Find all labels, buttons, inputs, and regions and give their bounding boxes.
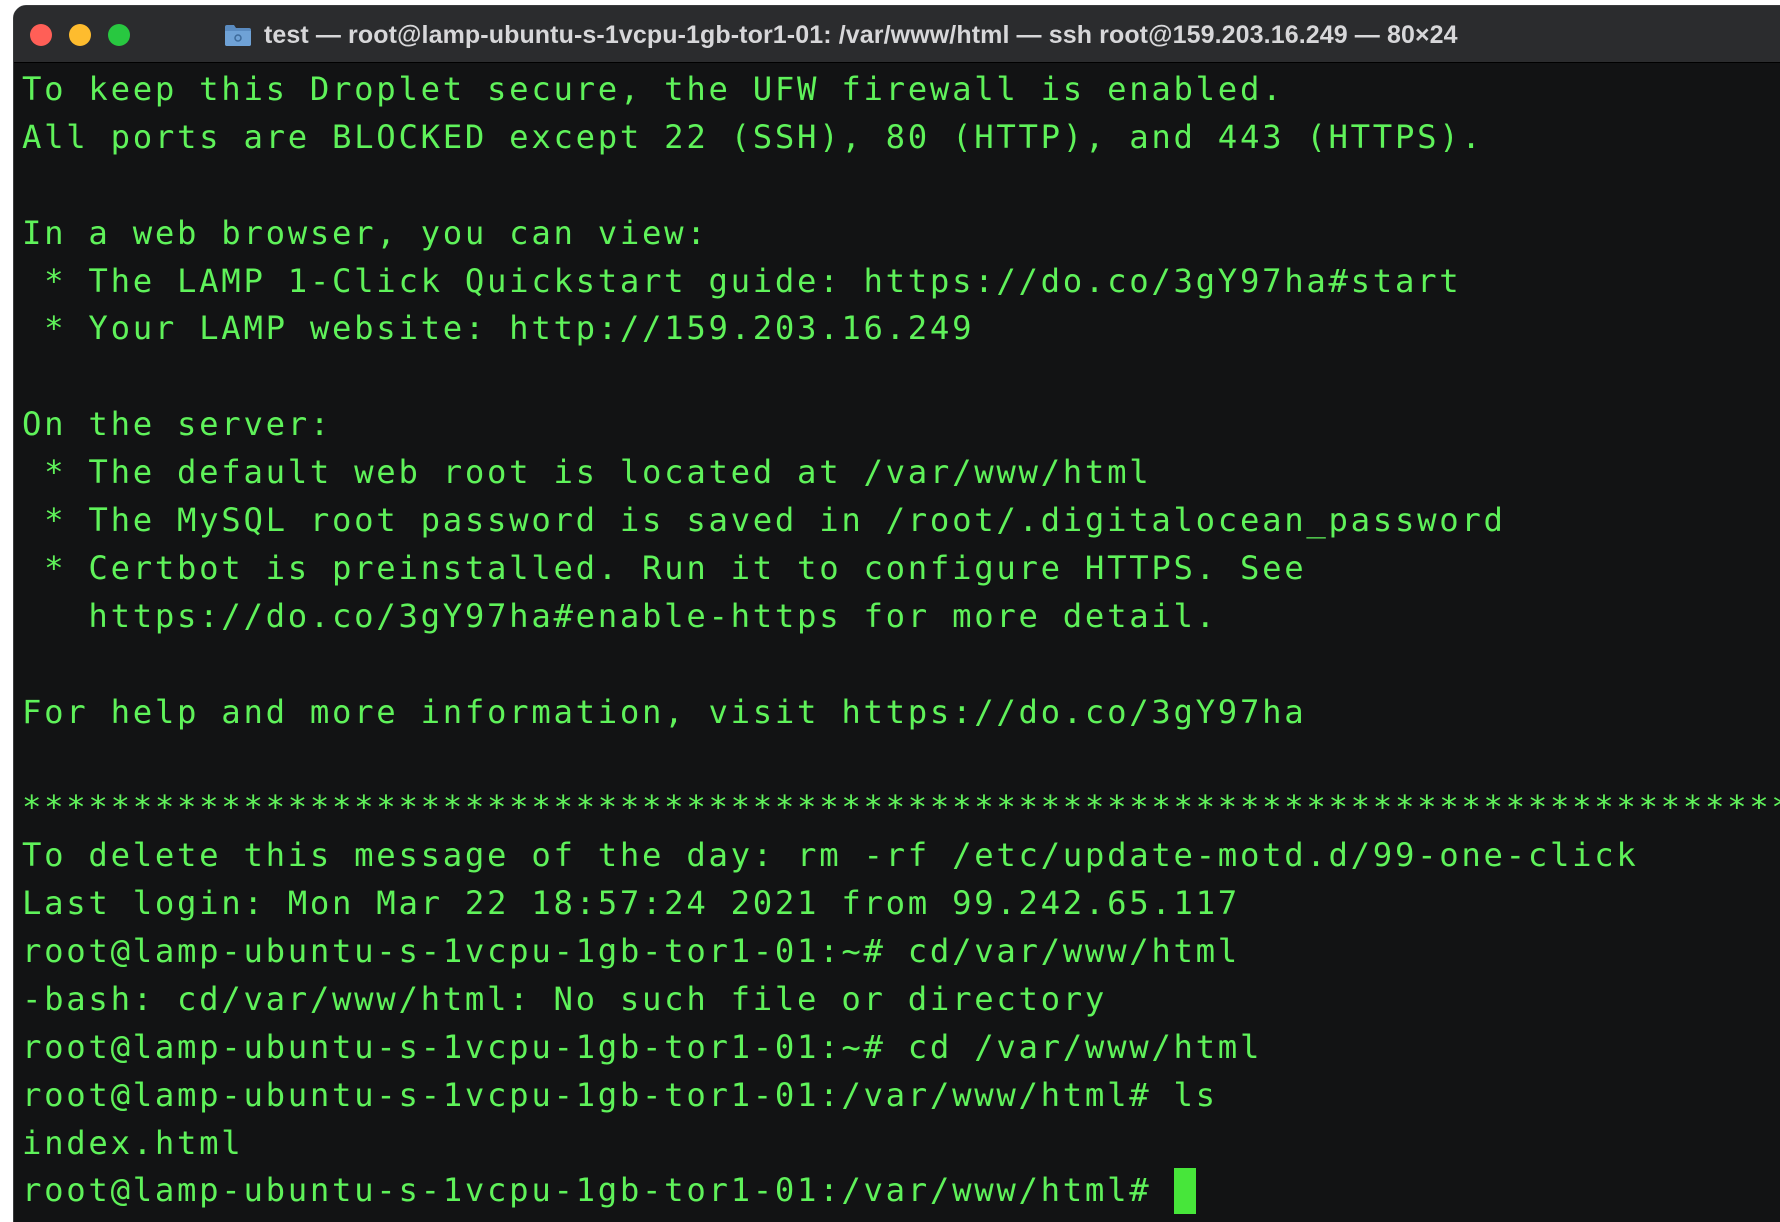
shell-prompt: root@lamp-ubuntu-s-1vcpu-1gb-tor1-01:/va… — [22, 1171, 1174, 1210]
terminal-line: root@lamp-ubuntu-s-1vcpu-1gb-tor1-01:~# … — [22, 932, 1240, 971]
terminal-line: root@lamp-ubuntu-s-1vcpu-1gb-tor1-01:/va… — [22, 1075, 1218, 1114]
terminal-line: * The default web root is located at /va… — [22, 453, 1152, 492]
title-bar[interactable]: test — root@lamp-ubuntu-s-1vcpu-1gb-tor1… — [14, 6, 1780, 63]
terminal-line: On the server: — [22, 405, 333, 444]
terminal-window: test — root@lamp-ubuntu-s-1vcpu-1gb-tor1… — [14, 6, 1780, 1222]
terminal-line: To delete this message of the day: rm -r… — [22, 836, 1639, 875]
terminal-line: https://do.co/3gY97ha#enable-https for m… — [22, 596, 1218, 635]
text-cursor — [1173, 1168, 1196, 1215]
terminal-line: ****************************************… — [22, 788, 1780, 827]
prompt-line[interactable]: root@lamp-ubuntu-s-1vcpu-1gb-tor1-01:/va… — [22, 1167, 1780, 1215]
close-button[interactable] — [30, 24, 52, 46]
terminal-line: All ports are BLOCKED except 22 (SSH), 8… — [22, 117, 1484, 156]
terminal-line: * Your LAMP website: http://159.203.16.2… — [22, 309, 975, 348]
window-title-group: test — root@lamp-ubuntu-s-1vcpu-1gb-tor1… — [224, 20, 1458, 50]
terminal-line: * Certbot is preinstalled. Run it to con… — [22, 548, 1307, 587]
terminal-line: -bash: cd/var/www/html: No such file or … — [22, 979, 1108, 1018]
terminal-line: root@lamp-ubuntu-s-1vcpu-1gb-tor1-01:~# … — [22, 1027, 1263, 1066]
minimize-button[interactable] — [69, 24, 91, 46]
terminal-line: To keep this Droplet secure, the UFW fir… — [22, 70, 1285, 108]
folder-icon — [224, 23, 252, 47]
terminal-line: * The MySQL root password is saved in /r… — [22, 501, 1506, 540]
terminal-output[interactable]: To keep this Droplet secure, the UFW fir… — [22, 66, 1780, 1222]
terminal-line: For help and more information, visit htt… — [22, 692, 1307, 731]
terminal-line: index.html — [22, 1123, 244, 1162]
terminal-line: * The LAMP 1-Click Quickstart guide: htt… — [22, 261, 1462, 300]
maximize-button[interactable] — [108, 24, 130, 46]
window-title: test — root@lamp-ubuntu-s-1vcpu-1gb-tor1… — [264, 20, 1458, 49]
terminal-line: In a web browser, you can view: — [22, 213, 709, 252]
terminal-line: Last login: Mon Mar 22 18:57:24 2021 fro… — [22, 884, 1240, 923]
